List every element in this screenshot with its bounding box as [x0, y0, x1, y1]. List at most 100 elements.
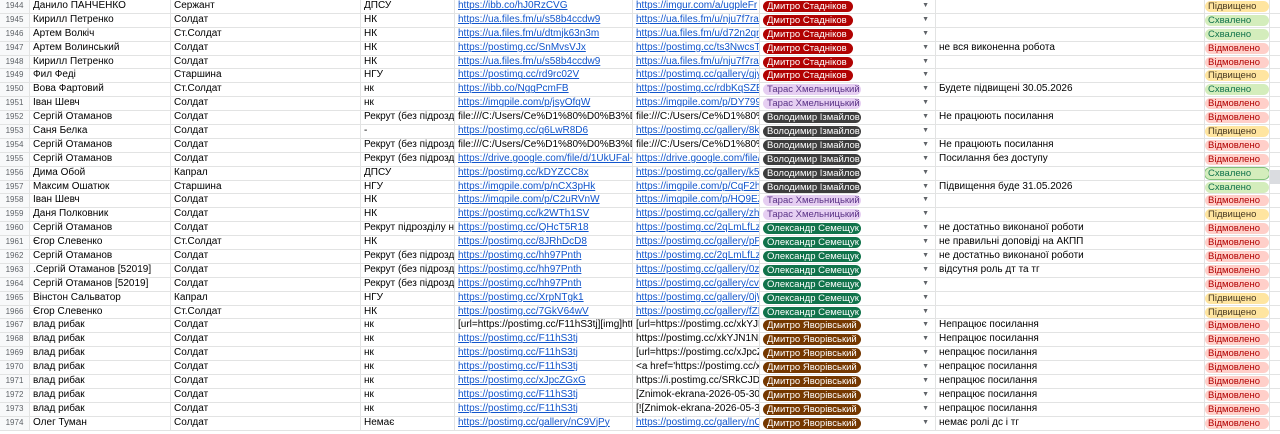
chevron-down-icon[interactable]: ▼ — [922, 194, 929, 207]
unit-text-cell[interactable]: НГУ — [361, 180, 455, 194]
name-text-cell[interactable]: Артем Волкіч — [30, 27, 171, 41]
proof-link-cell[interactable]: https://postimg.cc/gallery/gjyHgb — [633, 69, 760, 83]
evidence-link-cell[interactable]: https://postimg.cc/8JRhDcD8 — [455, 236, 633, 250]
unit-text-cell[interactable]: НК — [361, 194, 455, 208]
unit-text-cell[interactable]: Рекрут (без підрозділу) — [361, 250, 455, 263]
rank-text-cell[interactable]: Капрал — [171, 166, 361, 180]
status-chip[interactable]: Відмовлено — [1205, 320, 1269, 332]
status-cell[interactable]: Схвалено — [1205, 27, 1270, 41]
proof-link-cell[interactable]: https://imgpile.com/p/DY799zk — [633, 97, 760, 111]
chevron-down-icon[interactable]: ▼ — [922, 347, 929, 360]
reviewer-chip[interactable]: Тарас Хмельницький — [763, 209, 861, 221]
chevron-down-icon[interactable]: ▼ — [922, 111, 929, 124]
empty-cell[interactable] — [1270, 69, 1280, 82]
chevron-down-icon[interactable]: ▼ — [922, 69, 929, 82]
row-number[interactable]: 1946 — [0, 27, 30, 41]
status-chip[interactable]: Відмовлено — [1205, 223, 1269, 235]
row-number[interactable]: 1971 — [0, 375, 30, 388]
rank-text-cell[interactable]: Солдат — [171, 250, 361, 263]
row-number[interactable]: 1969 — [0, 347, 30, 361]
note-text-cell[interactable]: непрацює посилання — [936, 347, 1205, 361]
row-number[interactable]: 1958 — [0, 194, 30, 208]
name-text-cell[interactable]: Олег Туман — [30, 416, 171, 430]
rank-text-cell[interactable]: Старшина — [171, 180, 361, 194]
unit-text-cell[interactable]: нк — [361, 361, 455, 375]
unit-text-cell[interactable]: нк — [361, 319, 455, 333]
chevron-down-icon[interactable]: ▼ — [922, 0, 929, 13]
note-text-cell[interactable] — [936, 55, 1205, 69]
note-text-cell[interactable]: не достатньо виконаної роботи — [936, 222, 1205, 236]
unit-text-cell[interactable]: НК — [361, 55, 455, 69]
proof-link[interactable]: https://postimg.cc/gallery/0jWx1 — [636, 292, 759, 303]
rank-text-cell[interactable]: Ст.Солдат — [171, 27, 361, 41]
row-number[interactable]: 1948 — [0, 55, 30, 69]
reviewer-cell[interactable]: Володимир Ізмайлов ▼ — [760, 125, 936, 138]
rank-text-cell[interactable]: Сержант — [171, 0, 361, 13]
rank-text-cell[interactable]: Солдат — [171, 194, 361, 208]
evidence-link-cell[interactable]: https://postimg.cc/F11hS3tj — [455, 347, 633, 361]
proof-link-cell[interactable]: https://postimg.cc/gallery/cvVL6 — [633, 277, 760, 291]
row-number[interactable]: 1959 — [0, 208, 30, 222]
row-number[interactable]: 1973 — [0, 402, 30, 416]
name-text-cell[interactable]: .Сергій Отаманов [52019] — [30, 263, 171, 277]
status-chip[interactable]: Відмовлено — [1205, 334, 1269, 346]
evidence-link[interactable]: https://postimg.cc/xJpcZGxG — [458, 375, 586, 386]
row-number[interactable]: 1949 — [0, 69, 30, 83]
status-cell[interactable]: Відмовлено — [1205, 55, 1270, 69]
evidence-link-cell[interactable]: https://imgpile.com/p/jsyOfqW — [455, 97, 633, 111]
chevron-down-icon[interactable]: ▼ — [922, 250, 929, 263]
evidence-link[interactable]: https://postimg.cc/gallery/nC9VjPy — [458, 417, 610, 428]
note-text-cell[interactable]: не правильні доповіді на АКПП — [936, 236, 1205, 250]
status-cell[interactable]: Відмовлено — [1205, 236, 1270, 250]
rank-text-cell[interactable]: Солдат — [171, 55, 361, 69]
evidence-link[interactable]: https://ua.files.fm/u/s58b4ccdw9 — [458, 14, 600, 25]
reviewer-cell[interactable]: Дмитро Стадніков ▼ — [760, 41, 936, 55]
unit-text-cell[interactable]: НК — [361, 208, 455, 222]
note-text-cell[interactable]: Непрацює посилання — [936, 333, 1205, 347]
evidence-link-cell[interactable]: https://postimg.cc/xJpcZGxG — [455, 375, 633, 388]
status-cell[interactable]: Підвищено — [1205, 125, 1270, 138]
rank-text-cell[interactable]: Солдат — [171, 208, 361, 222]
reviewer-chip[interactable]: Олександр Семещук — [763, 251, 861, 263]
reviewer-chip[interactable]: Олександр Семещук — [763, 223, 861, 235]
name-text-cell[interactable]: Іван Шевч — [30, 97, 171, 111]
proof-link[interactable]: https://postimg.cc/2qLmLfLz — [636, 222, 759, 233]
reviewer-chip[interactable]: Тарас Хмельницький — [763, 195, 861, 207]
row-number[interactable]: 1951 — [0, 97, 30, 111]
name-text-cell[interactable]: влад рибак — [30, 388, 171, 402]
row-number[interactable]: 1964 — [0, 277, 30, 291]
evidence-link-cell[interactable]: https://ua.files.fm/u/dtmjk63n3m — [455, 27, 633, 41]
evidence-link[interactable]: https://postimg.cc/k2WTh1SV — [458, 208, 589, 219]
row-number[interactable]: 1968 — [0, 333, 30, 347]
status-cell[interactable]: Відмовлено — [1205, 277, 1270, 291]
reviewer-chip[interactable]: Дмитро Яворівський — [763, 417, 861, 429]
status-chip[interactable]: Відмовлено — [1205, 195, 1269, 207]
evidence-link-cell[interactable]: https://postimg.cc/XrpNTgk1 — [455, 291, 633, 305]
status-cell[interactable]: Відмовлено — [1205, 402, 1270, 416]
status-cell[interactable]: Відмовлено — [1205, 263, 1270, 277]
name-text-cell[interactable]: влад рибак — [30, 319, 171, 333]
proof-link-cell[interactable]: https://imgpile.com/p/HQ9EZNL — [633, 194, 760, 208]
status-chip[interactable]: Схвалено — [1205, 181, 1269, 193]
name-text-cell[interactable]: Сергій Отаманов — [30, 152, 171, 166]
row-number[interactable]: 1950 — [0, 83, 30, 97]
unit-text-cell[interactable]: Рекрут (без підрозділу) — [361, 263, 455, 277]
chevron-down-icon[interactable]: ▼ — [922, 97, 929, 110]
reviewer-cell[interactable]: Дмитро Яворівський ▼ — [760, 375, 936, 388]
note-text-cell[interactable] — [936, 69, 1205, 83]
chevron-down-icon[interactable]: ▼ — [922, 83, 929, 96]
row-number[interactable]: 1947 — [0, 41, 30, 55]
status-cell[interactable]: Схвалено — [1205, 83, 1270, 97]
status-chip[interactable]: Відмовлено — [1205, 417, 1269, 429]
empty-cell[interactable] — [1270, 361, 1280, 374]
status-chip[interactable]: Відмовлено — [1205, 348, 1269, 360]
rank-text-cell[interactable]: Капрал — [171, 291, 361, 305]
status-chip[interactable]: Відмовлено — [1205, 264, 1269, 276]
status-chip[interactable]: Схвалено — [1205, 28, 1269, 40]
reviewer-chip[interactable]: Володимир Ізмайлов — [763, 126, 861, 138]
status-cell[interactable]: Відмовлено — [1205, 152, 1270, 166]
proof-link-cell[interactable]: https://ua.files.fm/u/d72n2qmtjm — [633, 27, 760, 41]
note-text-cell[interactable]: непрацює посилання — [936, 361, 1205, 375]
proof-text-cell[interactable]: https://postimg.cc/xkYJN1Nn ht — [633, 333, 760, 347]
rank-text-cell[interactable]: Солдат — [171, 347, 361, 361]
